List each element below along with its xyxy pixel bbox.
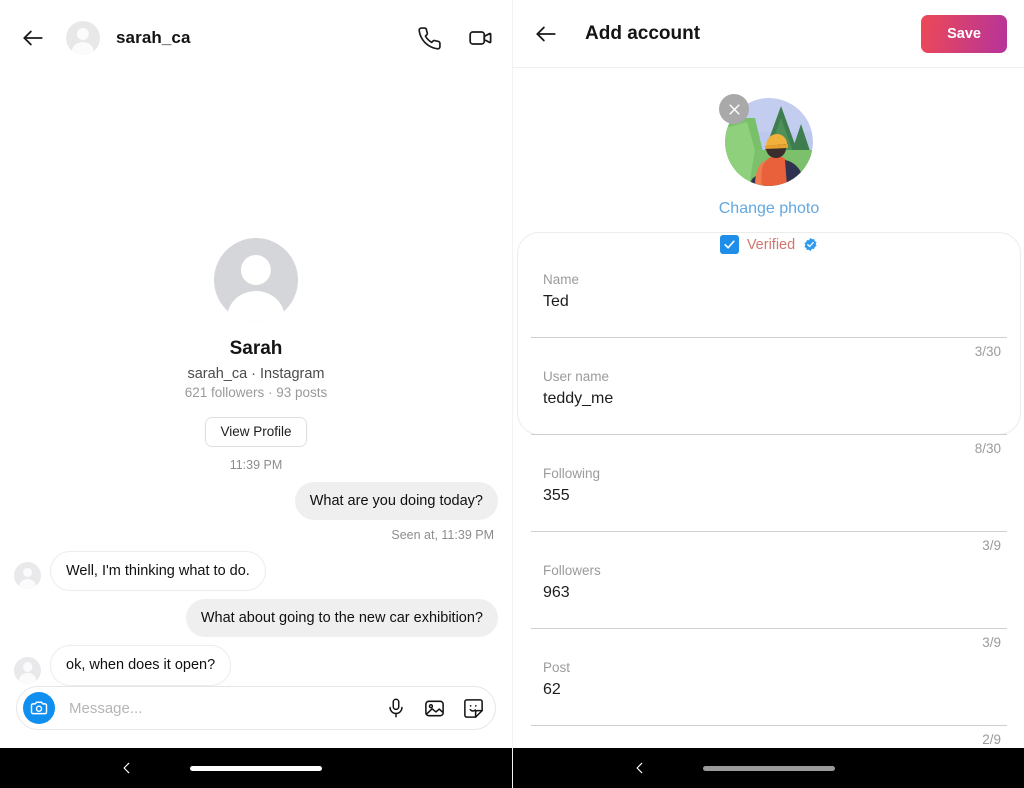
dual-phone-screenshot: sarah_ca Sarah sarah_ca · Instagram 621 …	[0, 0, 1024, 788]
form-field-username[interactable]: User name teddy_me 8/30	[513, 359, 1024, 456]
field-label: Name	[543, 272, 580, 287]
message-bubble[interactable]: Well, I'm thinking what to do.	[50, 551, 266, 592]
verified-checkbox[interactable]	[719, 235, 739, 254]
field-value[interactable]: 62	[543, 681, 1007, 701]
save-button[interactable]: Save	[921, 14, 1007, 53]
avatar[interactable]	[719, 94, 813, 186]
nav-back-chevron-icon[interactable]	[633, 760, 647, 776]
back-arrow-icon[interactable]	[531, 19, 561, 49]
chat-panel: sarah_ca Sarah sarah_ca · Instagram 621 …	[0, 0, 512, 788]
message-row-incoming: Well, I'm thinking what to do.	[14, 551, 498, 592]
contact-profile-card: Sarah sarah_ca · Instagram 621 followers…	[0, 238, 512, 447]
contact-avatar-placeholder[interactable]	[66, 21, 100, 55]
search-input message-input[interactable]	[69, 699, 377, 717]
sticker-icon[interactable]	[462, 697, 485, 720]
nav-back-chevron-icon[interactable]	[120, 760, 134, 776]
field-value[interactable]: 963	[543, 584, 1007, 604]
composer-actions	[385, 697, 485, 720]
field-label: User name	[543, 369, 610, 384]
field-value[interactable]: 355	[543, 487, 1007, 507]
account-form: Name Ted 3/30 User name teddy_me 8/30 Fo…	[513, 262, 1024, 788]
change-photo-link[interactable]: Change photo	[719, 200, 820, 218]
form-field-post[interactable]: Post 62 2/9	[513, 650, 1024, 747]
message-row-incoming: ok, when does it open?	[14, 645, 498, 686]
profile-handle: sarah_ca · Instagram	[187, 366, 325, 382]
message-row-outgoing: What are you doing today?	[14, 482, 498, 521]
chat-title: sarah_ca	[116, 28, 191, 47]
field-counter: 2/9	[982, 732, 1001, 747]
message-row-outgoing: What about going to the new car exhibiti…	[14, 599, 498, 638]
field-value[interactable]: teddy_me	[543, 390, 1007, 410]
profile-avatar-placeholder	[214, 238, 298, 322]
message-bubble[interactable]: ok, when does it open?	[50, 645, 232, 686]
message-list: 11:39 PM What are you doing today? Seen …	[0, 458, 512, 694]
field-value[interactable]: Ted	[543, 293, 1007, 313]
field-counter: 3/9	[982, 635, 1001, 650]
form-field-followers[interactable]: Followers 963 3/9	[513, 553, 1024, 650]
message-bubble[interactable]: What about going to the new car exhibiti…	[185, 599, 498, 638]
chat-header-actions	[417, 25, 494, 51]
chat-header: sarah_ca	[0, 0, 512, 76]
form-field-following[interactable]: Following 355 3/9	[513, 456, 1024, 553]
view-profile-button[interactable]: View Profile	[205, 417, 307, 447]
android-nav-bar	[513, 748, 1024, 788]
page-title: Add account	[585, 22, 701, 44]
verified-label: Verified	[746, 236, 796, 253]
phone-call-icon[interactable]	[417, 26, 442, 51]
back-arrow-icon[interactable]	[18, 23, 48, 53]
image-gallery-icon[interactable]	[423, 697, 446, 720]
sender-avatar-icon	[14, 562, 41, 590]
profile-name: Sarah	[229, 338, 283, 359]
add-account-panel: Add account Save Change photo Verified N…	[512, 0, 1024, 788]
microphone-icon[interactable]	[385, 697, 407, 719]
profile-photo-block: Change photo Verified	[513, 94, 1024, 254]
field-counter: 3/9	[982, 538, 1001, 553]
field-counter: 8/30	[974, 441, 1001, 456]
sender-avatar-icon	[14, 656, 41, 684]
seen-status: Seen at, 11:39 PM	[391, 528, 494, 543]
conversation-timestamp: 11:39 PM	[229, 458, 283, 472]
close-x-icon[interactable]	[719, 94, 749, 124]
field-label: Following	[543, 466, 601, 481]
home-indicator[interactable]	[190, 765, 322, 771]
verified-row: Verified	[719, 235, 818, 254]
add-account-header: Add account Save	[513, 0, 1024, 68]
field-counter: 3/30	[974, 344, 1001, 359]
video-call-icon[interactable]	[468, 25, 494, 51]
field-label: Post	[543, 660, 571, 675]
home-indicator[interactable]	[703, 765, 835, 771]
field-label: Followers	[543, 563, 601, 578]
form-field-name[interactable]: Name Ted 3/30	[513, 262, 1024, 359]
message-composer	[16, 686, 496, 730]
verified-badge-icon	[803, 237, 818, 252]
message-bubble[interactable]: What are you doing today?	[294, 482, 498, 521]
profile-stats: 621 followers · 93 posts	[184, 385, 328, 400]
android-nav-bar	[0, 748, 512, 788]
camera-icon[interactable]	[23, 692, 55, 724]
